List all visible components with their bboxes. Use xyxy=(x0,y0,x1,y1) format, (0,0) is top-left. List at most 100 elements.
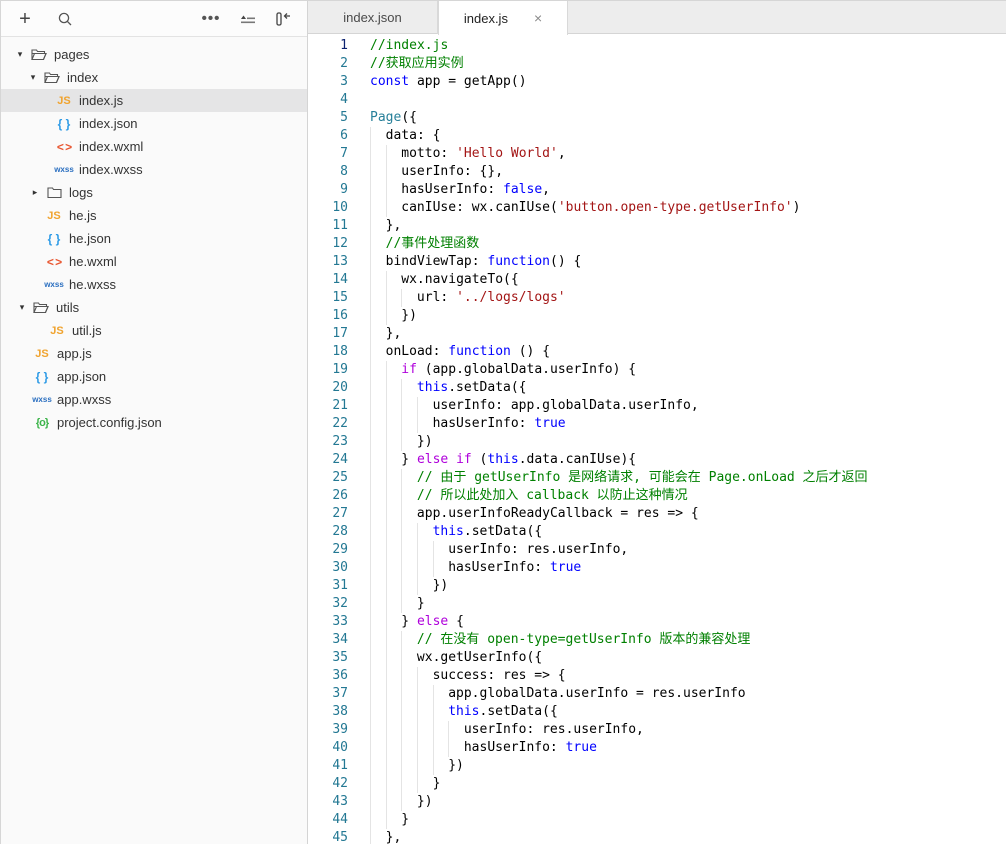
tree-file-project-config-json[interactable]: {o}project.config.json xyxy=(1,411,307,434)
indent-guide xyxy=(370,397,386,415)
indent-guide xyxy=(370,505,386,523)
editor-area: index.json index.js × 12345678910111213141… xyxy=(308,1,1006,844)
indent-guide xyxy=(401,667,417,685)
tree-folder-logs[interactable]: ▸logs xyxy=(1,181,307,204)
token-p: ( xyxy=(472,452,488,467)
code-line-7: motto: 'Hello World', xyxy=(370,145,1006,163)
token-s: 'button.open-type.getUserInfo' xyxy=(558,200,793,215)
indent-guide xyxy=(386,307,402,325)
tree-item-label: pages xyxy=(54,47,89,62)
token-k: this xyxy=(487,452,518,467)
tree-file-index-json[interactable]: { }index.json xyxy=(1,112,307,135)
token-p: userInfo: res.userInfo, xyxy=(464,722,644,737)
more-actions-button[interactable]: ••• xyxy=(197,5,225,33)
tree-item-label: index.json xyxy=(79,116,138,131)
indent-guide xyxy=(417,775,433,793)
chevron-down-icon[interactable]: ▾ xyxy=(15,49,25,60)
token-p: .setData({ xyxy=(464,524,542,539)
tab-index-json[interactable]: index.json xyxy=(308,1,438,34)
token-p: data: { xyxy=(386,128,441,143)
code-line-6: data: { xyxy=(370,127,1006,145)
collapse-sidebar-icon xyxy=(274,11,292,27)
tab-index-js[interactable]: index.js × xyxy=(438,1,568,35)
tree-file-he-wxml[interactable]: < >he.wxml xyxy=(1,250,307,273)
indent-guide xyxy=(386,559,402,577)
tab-label: index.js xyxy=(464,11,508,26)
tree-file-index-js[interactable]: JSindex.js xyxy=(1,89,307,112)
line-number: 35 xyxy=(308,649,348,667)
indent-guide xyxy=(401,469,417,487)
indent-guide xyxy=(401,505,417,523)
token-c: //事件处理函数 xyxy=(386,236,480,251)
indent-guide xyxy=(386,289,402,307)
tree-file-index-wxss[interactable]: wxssindex.wxss xyxy=(1,158,307,181)
close-tab-icon[interactable]: × xyxy=(534,11,542,25)
tree-file-index-wxml[interactable]: < >index.wxml xyxy=(1,135,307,158)
code-line-34: // 在没有 open-type=getUserInfo 版本的兼容处理 xyxy=(370,631,1006,649)
indent-guide xyxy=(370,127,386,145)
indent-guide xyxy=(370,667,386,685)
folder-open-icon xyxy=(29,48,49,61)
tree-item-label: app.js xyxy=(57,346,92,361)
search-button[interactable] xyxy=(51,5,79,33)
line-number: 30 xyxy=(308,559,348,577)
chevron-right-icon[interactable]: ▸ xyxy=(30,187,40,198)
line-number: 38 xyxy=(308,703,348,721)
tree-file-he-wxss[interactable]: wxsshe.wxss xyxy=(1,273,307,296)
code-line-42: } xyxy=(370,775,1006,793)
indent-guide xyxy=(370,343,386,361)
indent-guide xyxy=(386,577,402,595)
line-number: 28 xyxy=(308,523,348,541)
indent-guide xyxy=(386,451,402,469)
tree-folder-pages[interactable]: ▾ pages xyxy=(1,43,307,66)
indent-guide xyxy=(370,271,386,289)
code-line-26: // 所以此处加入 callback 以防止这种情况 xyxy=(370,487,1006,505)
indent-guide xyxy=(417,415,433,433)
chevron-down-icon[interactable]: ▾ xyxy=(17,302,27,313)
collapse-sidebar-button[interactable] xyxy=(269,5,297,33)
indent-guide xyxy=(417,577,433,595)
indent-guide xyxy=(417,757,433,775)
indent-guide xyxy=(370,541,386,559)
code-line-4 xyxy=(370,91,1006,109)
indent-guide xyxy=(401,523,417,541)
indent-guide xyxy=(370,829,386,844)
code-line-2: //获取应用实例 xyxy=(370,55,1006,73)
tree-file-app-wxss[interactable]: wxssapp.wxss xyxy=(1,388,307,411)
tree-folder-index[interactable]: ▾index xyxy=(1,66,307,89)
file-tree: ▾ pages ▾indexJSindex.js{ }index.json< >in… xyxy=(1,37,307,844)
tree-file-util-js[interactable]: JSutil.js xyxy=(1,319,307,342)
add-file-button[interactable]: + xyxy=(11,5,39,33)
tree-file-he-json[interactable]: { }he.json xyxy=(1,227,307,250)
line-number: 40 xyxy=(308,739,348,757)
indent-guide xyxy=(370,145,386,163)
tree-file-app-json[interactable]: { }app.json xyxy=(1,365,307,388)
indent-guide xyxy=(401,757,417,775)
indent-guide xyxy=(370,649,386,667)
sort-button[interactable] xyxy=(233,5,261,33)
indent-guide xyxy=(433,739,449,757)
token-ctrl: else xyxy=(417,614,448,629)
indent-guide xyxy=(370,631,386,649)
tree-item-label: he.wxml xyxy=(69,254,117,269)
tree-folder-utils[interactable]: ▾utils xyxy=(1,296,307,319)
chevron-down-icon[interactable]: ▾ xyxy=(28,72,38,83)
code-line-12: //事件处理函数 xyxy=(370,235,1006,253)
indent-guide xyxy=(370,469,386,487)
indent-guide xyxy=(386,739,402,757)
indent-guide xyxy=(386,379,402,397)
indent-guide xyxy=(448,721,464,739)
token-p: canIUse: wx.canIUse( xyxy=(401,200,558,215)
token-s: '../logs/logs' xyxy=(456,290,566,305)
indent-guide xyxy=(370,307,386,325)
tree-item-label: app.wxss xyxy=(57,392,111,407)
indent-guide xyxy=(370,181,386,199)
indent-guide xyxy=(401,289,417,307)
tree-file-he-js[interactable]: JShe.js xyxy=(1,204,307,227)
token-sup: Page xyxy=(370,110,401,125)
code-editor[interactable]: 1234567891011121314151617181920212223242… xyxy=(308,34,1006,844)
indent-guide xyxy=(370,235,386,253)
indent-guide xyxy=(433,721,449,739)
wxss-file-icon: wxss xyxy=(54,165,74,174)
tree-file-app-js[interactable]: JSapp.js xyxy=(1,342,307,365)
